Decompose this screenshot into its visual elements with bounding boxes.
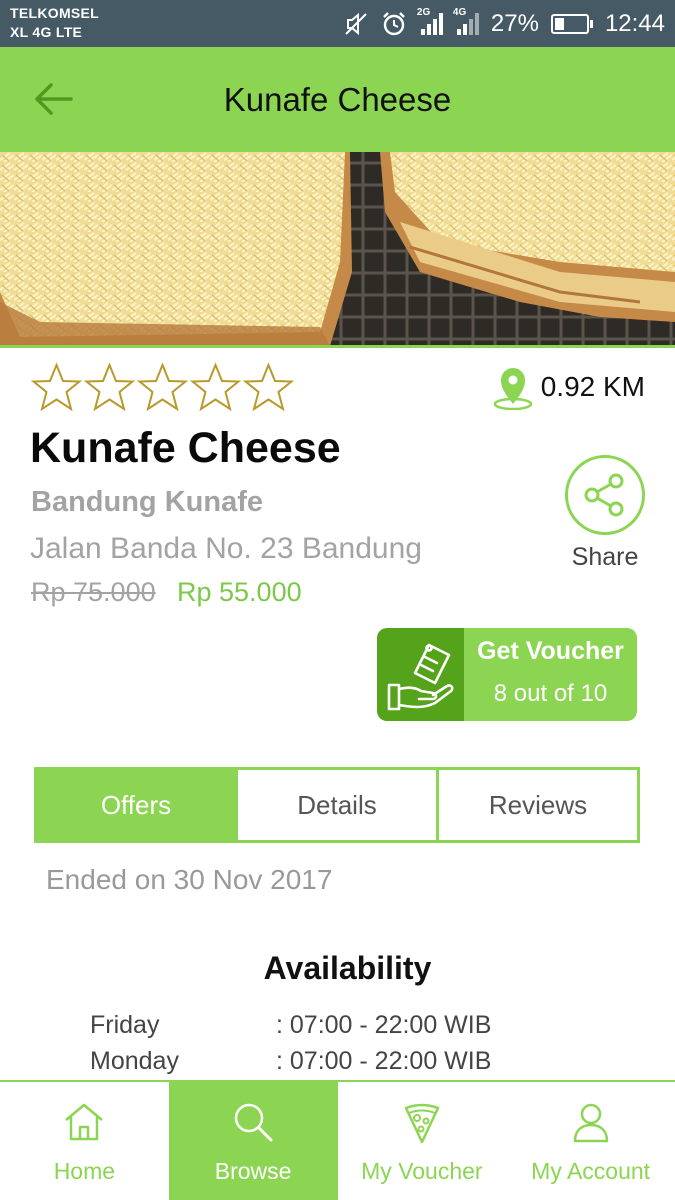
share-icon (584, 473, 624, 517)
brand-name: Bandung Kunafe (31, 486, 263, 518)
distance-value: 0.92 KM (540, 371, 645, 402)
clock: 12:44 (604, 9, 665, 37)
nav-label: Browse (214, 1158, 292, 1184)
tab-details[interactable]: Details (235, 770, 436, 840)
product-name: Kunafe Cheese (30, 424, 341, 472)
voucher-hand-icon (387, 643, 453, 710)
availability-day: Friday (90, 1011, 160, 1039)
availability-day: Monday (90, 1047, 179, 1075)
network-type-1: 2G (416, 6, 431, 18)
availability-hours: : 07:00 - 22:00 WIB (276, 1047, 492, 1075)
page-title: Kunafe Cheese (223, 81, 452, 118)
home-icon (65, 1103, 104, 1141)
alarm-icon (381, 11, 407, 37)
status-bar: TELKOMSEL XL 4G LTE 2G 4G 27% 12:44 (0, 0, 675, 47)
pizza-slice-icon (404, 1103, 440, 1144)
nav-label: Home (53, 1158, 116, 1184)
nav-my-voucher[interactable]: My Voucher (338, 1082, 507, 1200)
availability-title: Availability (263, 950, 432, 986)
offer-status: Ended on 30 Nov 2017 (46, 864, 333, 895)
app-bar: Kunafe Cheese (0, 47, 675, 152)
star-empty-icon (83, 362, 136, 412)
star-empty-icon (136, 362, 189, 412)
tab-offers[interactable]: Offers (37, 770, 235, 840)
bottom-navigation: Home Browse My Voucher My Account (0, 1080, 675, 1200)
nav-browse[interactable]: Browse (168, 1082, 338, 1200)
share-label: Share (571, 543, 639, 571)
signal-icon-2: 4G (453, 7, 479, 35)
carrier-info: TELKOMSEL XL 4G LTE (10, 4, 99, 42)
carrier-2: XL 4G LTE (10, 24, 83, 40)
distance: 0.92 KM (493, 364, 645, 410)
nav-my-account[interactable]: My Account (506, 1082, 675, 1200)
product-image (0, 152, 675, 346)
carrier-1: TELKOMSEL (10, 5, 100, 21)
tab-bar: Offers Details Reviews (34, 767, 640, 843)
divider (0, 345, 675, 348)
discount-price: Rp 55.000 (177, 577, 302, 607)
user-icon (573, 1103, 608, 1143)
voucher-count: 8 out of 10 (493, 680, 608, 707)
search-icon (234, 1103, 273, 1142)
star-empty-icon (30, 362, 83, 412)
address: Jalan Banda No. 23 Bandung (30, 532, 422, 565)
nav-home[interactable]: Home (0, 1082, 169, 1200)
signal-icon-1: 2G (417, 7, 443, 35)
voucher-title: Get Voucher (477, 637, 624, 665)
original-price: Rp 75.000 (31, 577, 156, 607)
rating-stars (30, 362, 295, 414)
back-button[interactable] (30, 79, 76, 119)
location-pin-icon (493, 368, 532, 410)
get-voucher-button[interactable]: Get Voucher 8 out of 10 (377, 628, 637, 721)
availability-hours: : 07:00 - 22:00 WIB (276, 1011, 492, 1039)
share-button[interactable]: Share (563, 455, 647, 572)
battery-icon (550, 13, 593, 34)
tab-reviews[interactable]: Reviews (436, 770, 637, 840)
arrow-left-icon (35, 83, 73, 115)
star-empty-icon (242, 362, 295, 412)
nav-label: My Account (531, 1158, 651, 1184)
mute-icon (343, 11, 369, 37)
star-empty-icon (189, 362, 242, 412)
network-type-2: 4G (452, 6, 467, 18)
nav-label: My Voucher (361, 1158, 483, 1184)
battery-percent: 27% (490, 9, 539, 37)
